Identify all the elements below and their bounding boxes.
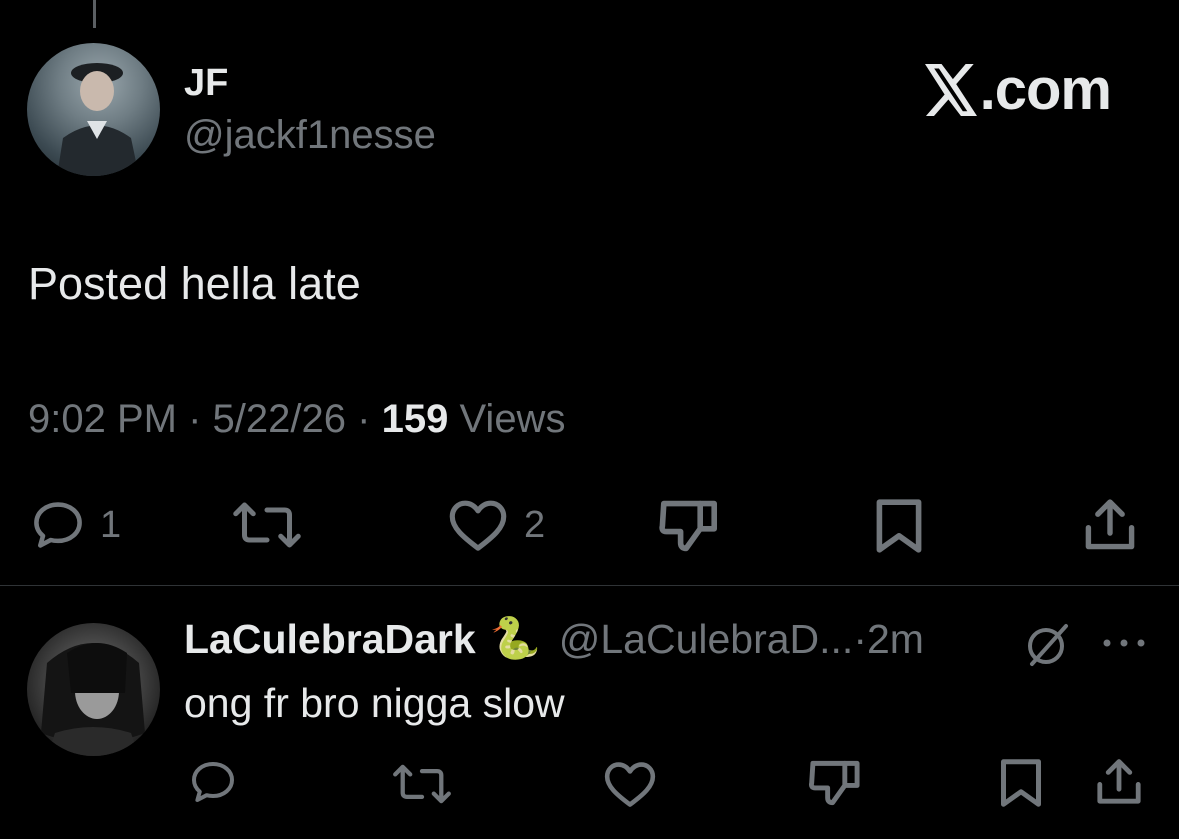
reply-bookmark-button[interactable] [998,758,1044,808]
ellipsis-glyph [1103,639,1145,647]
post-time[interactable]: 9:02 PM [28,397,177,441]
reply-author-handle[interactable]: @LaCulebraD... [559,616,854,663]
post-metadata: 9:02 PM · 5/22/26 · 159 Views [28,397,565,442]
avatar-image [57,63,139,176]
reply-icon [192,762,234,802]
x-icon [924,64,977,116]
reply-dislike-button[interactable] [808,758,862,808]
thumbs-down-icon [659,500,717,552]
reply-time[interactable]: 2m [867,616,924,663]
reply-avatar-image [41,643,145,756]
reply-reply-button[interactable] [188,760,238,804]
repost-icon [233,502,301,548]
meta-separator: · [357,397,371,441]
share-icon [1097,759,1141,804]
brand-domain: .com [979,57,1112,122]
reply-repost-button[interactable] [392,762,452,806]
bookmark-button[interactable] [872,498,926,554]
share-button[interactable] [1082,498,1138,552]
reply-header: LaCulebraDark 🐍 @LaCulebraD... · 2m [184,615,924,663]
views-count[interactable]: 159 [382,397,449,441]
like-count: 2 [524,503,546,546]
views-label[interactable]: Views [459,397,565,441]
repost-icon [393,764,451,804]
reply-avatar[interactable] [27,623,160,756]
heart-icon [449,500,507,551]
reply-count: 1 [100,503,122,546]
reply-button[interactable]: 1 [30,500,121,550]
bookmark-icon [1001,759,1041,807]
divider [0,585,1179,586]
meta-separator: · [188,397,202,441]
thumbs-down-icon [808,760,860,806]
reply-share-button[interactable] [1094,758,1144,806]
avatar[interactable] [27,43,160,176]
author-handle[interactable]: @jackf1nesse [184,113,436,158]
snake-emoji-icon: 🐍 [489,615,541,661]
reply-icon [34,502,82,548]
author-display-name[interactable]: JF [184,62,228,105]
reply-like-button[interactable] [602,760,658,808]
bookmark-icon [876,499,922,553]
reply-author-name[interactable]: LaCulebraDark [184,616,476,663]
heart-icon [604,762,656,807]
reply-meta-separator: · [853,615,867,662]
thread-connector-line [93,0,96,28]
x-logo: .com [922,56,1112,123]
grok-icon[interactable] [1024,620,1072,673]
post-date[interactable]: 5/22/26 [213,397,346,441]
like-button[interactable]: 2 [446,498,545,552]
reply-text: ong fr bro nigga slow [184,680,565,726]
dislike-button[interactable] [658,498,720,554]
share-icon [1085,499,1135,550]
post-text: Posted hella late [28,258,361,309]
more-options-icon[interactable] [1100,636,1148,655]
repost-button[interactable] [232,500,302,550]
grok-glyph [1028,624,1068,666]
